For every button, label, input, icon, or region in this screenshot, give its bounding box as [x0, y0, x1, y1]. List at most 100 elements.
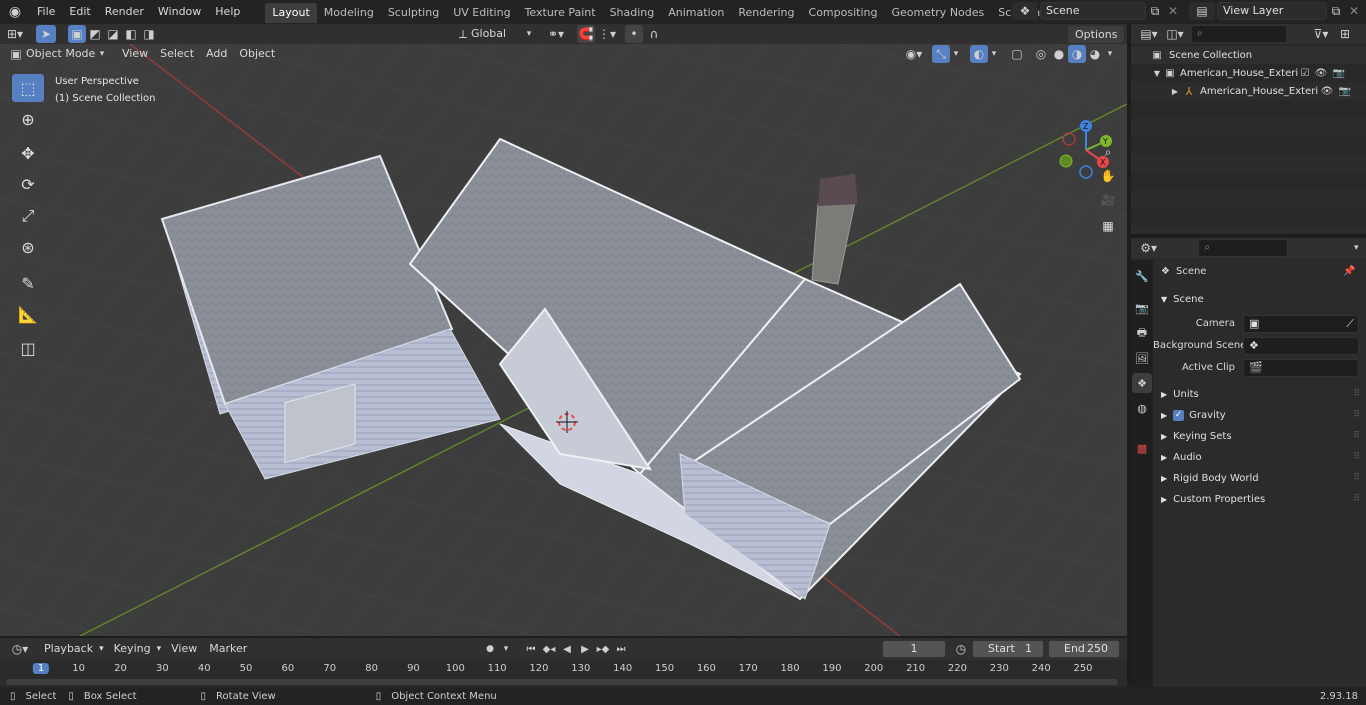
visibility-icon[interactable]: ◉▾	[902, 45, 926, 63]
outliner-row-scene-collection[interactable]: ▣ Scene Collection	[1131, 46, 1366, 64]
subpanel-keying-sets[interactable]: ▶ Keying Sets ⠿	[1161, 426, 1366, 446]
outliner-editor-icon[interactable]: ▤▾	[1135, 25, 1163, 43]
eyedropper-icon[interactable]: ⟋	[1346, 316, 1354, 332]
falloff-icon[interactable]: ∩	[643, 25, 665, 43]
tab-uv-editing[interactable]: UV Editing	[446, 3, 517, 23]
current-frame-field[interactable]: 1	[882, 640, 946, 658]
chevron-down-icon[interactable]: ▾	[988, 45, 1000, 63]
view-layer-tab-icon[interactable]: 🖼	[1132, 348, 1152, 368]
chevron-down-icon[interactable]: ▾	[96, 45, 108, 63]
end-frame-field[interactable]: End 250	[1048, 640, 1120, 658]
timeline-menu-keying[interactable]: Keying	[108, 639, 157, 659]
view-layer-field[interactable]: View Layer	[1217, 2, 1327, 20]
expand-arrow-icon[interactable]: ▼	[1151, 69, 1163, 78]
solid-shading-icon[interactable]: ●	[1050, 45, 1068, 63]
drag-grip-icon[interactable]: ⠿	[1353, 410, 1360, 420]
3d-viewport[interactable]: Z Y X ▣ Object Mode ▾ View Select Add Objec…	[0, 44, 1127, 636]
jump-start-icon[interactable]: ⏮	[522, 640, 540, 658]
outliner-row-house-object[interactable]: ▶ ⅄ American_House_Exterio 👁 📷	[1131, 82, 1366, 100]
chevron-down-icon[interactable]: ▾	[950, 45, 962, 63]
subpanel-custom-properties[interactable]: ▶ Custom Properties ⠿	[1161, 489, 1366, 509]
select-invert-icon[interactable]: ◧	[122, 25, 140, 43]
clock-icon[interactable]: ◷	[952, 640, 970, 658]
viewport-menu-add[interactable]: Add	[200, 44, 233, 64]
timeline-scrollbar[interactable]	[6, 679, 1118, 685]
subpanel-rigid-body-world[interactable]: ▶ Rigid Body World ⠿	[1161, 468, 1366, 488]
overlay-toggle-icon[interactable]: ◐	[970, 45, 988, 63]
camera-field[interactable]: ▣ ⟋	[1243, 315, 1359, 333]
properties-search-input[interactable]: ⌕	[1198, 239, 1289, 257]
background-scene-field[interactable]: ❖	[1243, 337, 1359, 355]
tab-modeling[interactable]: Modeling	[317, 3, 381, 23]
rotate-tool-icon[interactable]: ⟳	[12, 170, 44, 198]
pin-icon[interactable]: 📌	[1343, 266, 1355, 277]
eye-icon[interactable]: 👁	[1318, 86, 1336, 97]
select-new-icon[interactable]: ▣	[68, 25, 86, 43]
chevron-down-icon[interactable]: ▾	[500, 640, 512, 658]
play-icon[interactable]: ▶	[576, 640, 594, 658]
material-shading-icon[interactable]: ◑	[1068, 45, 1086, 63]
select-extend-icon[interactable]: ◩	[86, 25, 104, 43]
select-subtract-icon[interactable]: ◪	[104, 25, 122, 43]
timeline-menu-view[interactable]: View	[165, 639, 203, 659]
output-tab-icon[interactable]: 🖶	[1132, 323, 1152, 343]
mode-dropdown[interactable]: Object Mode	[26, 45, 96, 63]
texture-tab-icon[interactable]: ▩	[1132, 438, 1152, 458]
display-mode-icon[interactable]: ◫▾	[1163, 25, 1187, 43]
add-cube-tool-icon[interactable]: ◫	[12, 334, 44, 362]
menu-help[interactable]: Help	[208, 0, 247, 24]
drag-grip-icon[interactable]: ⠿	[1353, 494, 1360, 504]
expand-arrow-icon[interactable]: ▶	[1169, 87, 1181, 96]
new-collection-icon[interactable]: ⊞	[1335, 25, 1355, 43]
viewport-scene[interactable]: Z Y X	[0, 44, 1127, 636]
menu-file[interactable]: File	[30, 0, 62, 24]
viewport-menu-view[interactable]: View	[116, 44, 154, 64]
snap-icon[interactable]: 🧲	[577, 25, 595, 43]
tab-texture-paint[interactable]: Texture Paint	[518, 3, 603, 23]
outliner-row-house-collection[interactable]: ▼ ▣ American_House_Exterior_wit ☑ 👁 📷	[1131, 64, 1366, 82]
subpanel-units[interactable]: ▶ Units ⠿	[1161, 384, 1366, 404]
rendered-shading-icon[interactable]: ◕	[1086, 45, 1104, 63]
proportional-edit-icon[interactable]: •	[625, 25, 643, 43]
select-box-tool-icon[interactable]: ⬚	[12, 74, 44, 102]
select-intersect-icon[interactable]: ◨	[140, 25, 158, 43]
tab-animation[interactable]: Animation	[661, 3, 731, 23]
drag-grip-icon[interactable]: ⠿	[1353, 389, 1360, 399]
blender-logo-icon[interactable]: ◉	[0, 0, 30, 24]
select-tool-icon[interactable]: ➤	[36, 25, 56, 43]
timeline-editor-icon[interactable]: ◷▾	[6, 640, 34, 658]
wireframe-shading-icon[interactable]: ◎	[1032, 45, 1050, 63]
zoom-icon[interactable]: ⌕	[1097, 141, 1119, 163]
render-tab-icon[interactable]: 📷	[1132, 298, 1152, 318]
next-keyframe-icon[interactable]: ▸◆	[594, 640, 612, 658]
xray-icon[interactable]: ▢	[1008, 45, 1026, 63]
filter-icon[interactable]: ⊽▾	[1307, 25, 1335, 43]
chevron-down-icon[interactable]: ▾	[157, 639, 166, 659]
annotate-tool-icon[interactable]: ✎	[12, 269, 44, 297]
camera-icon[interactable]: 📷	[1330, 68, 1348, 79]
close-scene-icon[interactable]: ✕	[1164, 2, 1182, 20]
tab-shading[interactable]: Shading	[603, 3, 662, 23]
menu-edit[interactable]: Edit	[62, 0, 97, 24]
tool-tab-icon[interactable]: 🔧	[1132, 266, 1152, 286]
checkbox-icon[interactable]: ☑	[1298, 68, 1312, 79]
measure-tool-icon[interactable]: 📐	[12, 300, 44, 328]
menu-window[interactable]: Window	[151, 0, 208, 24]
pan-hand-icon[interactable]: ✋	[1097, 165, 1119, 187]
orientation-dropdown[interactable]: Global	[471, 25, 523, 43]
view-layer-icon[interactable]: ▤	[1189, 2, 1215, 20]
frame-ruler[interactable]: 1 10 20 30 40 50 60 70 80 90 100 110 120 130 140 150 160…	[0, 662, 1127, 678]
gizmo-toggle-icon[interactable]: ⤡	[932, 45, 950, 63]
copy-view-layer-icon[interactable]: ⧉	[1327, 2, 1345, 20]
perspective-toggle-icon[interactable]: ▦	[1097, 215, 1119, 237]
close-view-layer-icon[interactable]: ✕	[1345, 2, 1363, 20]
scene-name-field[interactable]: Scene	[1040, 2, 1146, 20]
active-clip-field[interactable]: 🎬	[1243, 359, 1359, 377]
properties-editor-icon[interactable]: ⚙▾	[1135, 239, 1162, 257]
tab-geometry-nodes[interactable]: Geometry Nodes	[884, 3, 991, 23]
copy-scene-icon[interactable]: ⧉	[1146, 2, 1164, 20]
timeline-menu-marker[interactable]: Marker	[203, 639, 253, 659]
outliner-search-input[interactable]: ⌕	[1191, 25, 1287, 43]
pivot-icon[interactable]: ⚭▾	[541, 25, 571, 43]
eye-icon[interactable]: 👁	[1312, 68, 1330, 79]
